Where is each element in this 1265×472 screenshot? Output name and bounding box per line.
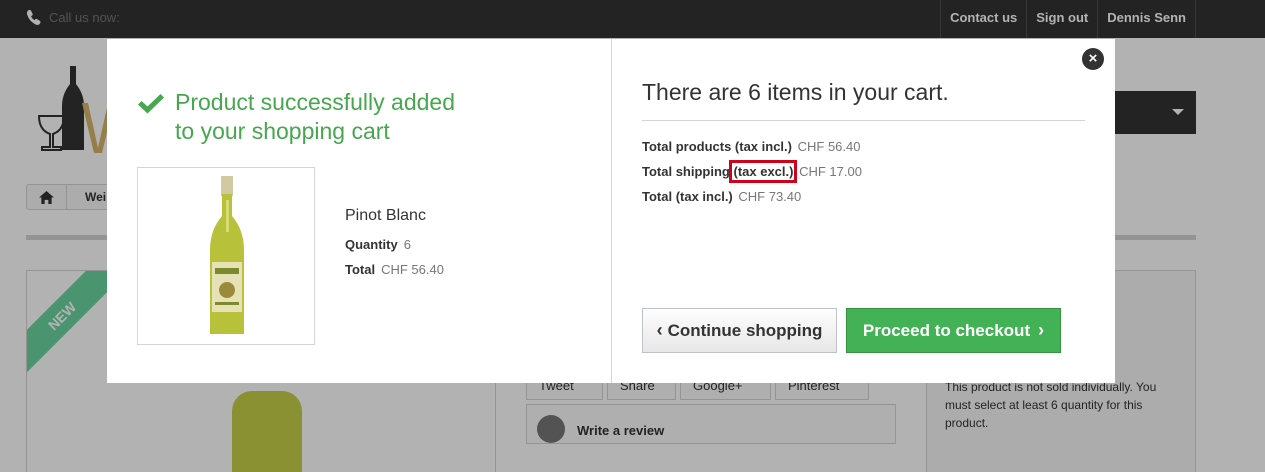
tax-excl-highlight: (tax excl.) [729,160,798,183]
chevron-right-icon: › [1038,320,1045,340]
success-message: Product successfully added to your shopp… [175,89,455,144]
modal-product-panel: Product successfully added to your shopp… [107,39,612,383]
quantity-label: Quantity [345,237,398,252]
success-heading: Product successfully added to your shopp… [138,88,475,146]
check-icon [138,92,164,114]
product-quantity: Quantity 6 [345,237,411,252]
proceed-to-checkout-button[interactable]: Proceed to checkout › [846,308,1061,353]
proceed-to-checkout-label: Proceed to checkout [862,320,1031,340]
cart-summary-title: There are 6 items in your cart. [642,79,949,105]
total-value: CHF 73.40 [738,189,802,204]
total-row: Total (tax incl.) CHF 73.40 [642,189,801,204]
product-total: Total CHF 56.40 [345,262,444,277]
chevron-left-icon: ‹ [656,320,663,340]
total-products-value: CHF 56.40 [797,139,861,154]
product-name: Pinot Blanc [345,207,426,224]
total-products-row: Total products (tax incl.) CHF 56.40 [642,139,861,154]
wine-bottle-image [210,176,244,334]
total-shipping-label: Total shipping [642,164,730,179]
total-products-label: Total products (tax incl.) [642,139,792,154]
quantity-value: 6 [403,237,411,252]
product-total-label: Total [345,262,376,277]
add-to-cart-modal: Product successfully added to your shopp… [107,39,1115,383]
cart-divider [642,120,1085,121]
continue-shopping-label: Continue shopping [667,320,823,340]
close-icon[interactable]: × [1082,48,1104,70]
continue-shopping-button[interactable]: ‹ Continue shopping [642,308,837,353]
total-shipping-value: CHF 17.00 [799,164,862,179]
product-total-value: CHF 56.40 [381,262,444,277]
total-label: Total (tax incl.) [642,189,733,204]
modal-cart-panel: × There are 6 items in your cart. Total … [612,39,1115,383]
total-shipping-row: Total shipping (tax excl.) CHF 17.00 [642,160,862,183]
product-thumbnail [137,167,315,345]
